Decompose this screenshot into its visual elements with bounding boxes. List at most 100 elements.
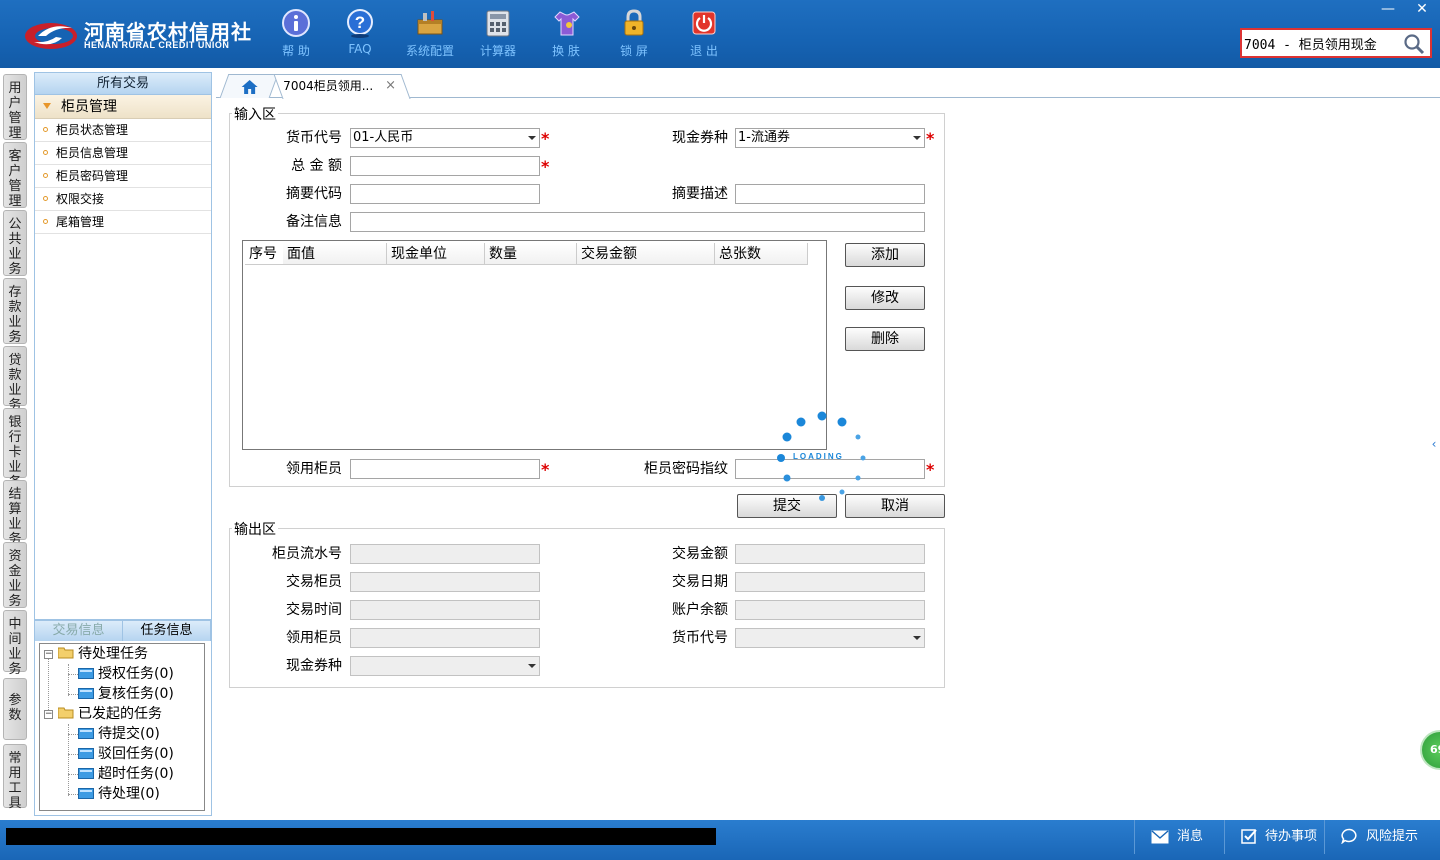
transaction-search [1240, 28, 1432, 58]
cash-type-value: 1-流通券 [738, 130, 790, 145]
task-tabs: 交易信息 任务信息 [35, 621, 211, 641]
status-message-strip [6, 828, 716, 845]
toolbox-icon [417, 11, 443, 35]
tree-node-timeout[interactable]: 超时任务(0) [78, 764, 174, 784]
bullet-icon [43, 219, 48, 224]
tree-node-pending[interactable]: 待处理任务 [58, 644, 148, 664]
denomination-grid[interactable]: 序号 面值 现金单位 数量 交易金额 总张数 [242, 240, 827, 450]
dropdown-arrow-icon [913, 636, 921, 640]
logo: 河南省农村信用社 HENAN RURAL CREDIT UNION [24, 14, 251, 58]
lock-button[interactable]: 锁 屏 [604, 6, 664, 62]
menu-item-teller-password[interactable]: 柜员密码管理 [35, 165, 211, 188]
vtab-card-business[interactable]: 银行卡业务 [3, 408, 27, 490]
remark-label: 备注信息 [286, 214, 342, 230]
account-balance-label: 账户余额 [672, 602, 728, 618]
cash-type-select[interactable]: 1-流通券 [735, 128, 925, 148]
lock-label: 锁 屏 [620, 44, 648, 58]
folder-icon [78, 688, 94, 699]
status-todo[interactable]: 待办事项 [1224, 820, 1324, 854]
document-tabs: 7004柜员领用... × [216, 72, 1440, 99]
chat-bubble-icon [1341, 828, 1357, 845]
tree-node-label: 待处理(0) [98, 786, 160, 802]
total-amount-input[interactable] [350, 156, 540, 176]
delete-button[interactable]: 删除 [845, 327, 925, 351]
status-todo-label: 待办事项 [1265, 829, 1318, 844]
side-collapse-icon[interactable]: ‹ [1428, 424, 1440, 464]
tab-trade-info[interactable]: 交易信息 [35, 621, 123, 641]
home-icon [241, 80, 258, 94]
tree-node-label: 待处理任务 [78, 646, 148, 662]
tab-task-info[interactable]: 任务信息 [123, 621, 211, 641]
vtab-public-business[interactable]: 公共业务 [3, 210, 27, 277]
tab-home[interactable] [219, 74, 279, 98]
tab-close-icon[interactable]: × [385, 75, 396, 97]
tab-label: 7004柜员领用... [283, 79, 374, 93]
status-risk[interactable]: 风险提示 [1324, 820, 1440, 854]
status-messages[interactable]: 消息 [1134, 820, 1224, 854]
grid-header-cash-unit: 现金单位 [387, 243, 485, 265]
exit-button[interactable]: 退 出 [674, 6, 734, 62]
skin-button[interactable]: 换 肤 [536, 6, 596, 62]
calculator-button[interactable]: 计算器 [468, 6, 528, 62]
loading-spinner: LOADING [776, 410, 868, 502]
output-cash-type-select [350, 656, 540, 676]
tab-teller-cash-withdrawal[interactable]: 7004柜员领用... × [273, 74, 411, 99]
close-window-button[interactable]: ✕ [1406, 0, 1438, 18]
menu-header: 所有交易 [35, 73, 211, 95]
tree-node-to-submit[interactable]: 待提交(0) [78, 724, 160, 744]
vtab-parameters[interactable]: 参数 [3, 678, 27, 740]
vtab-user-management[interactable]: 用户管理 [3, 74, 27, 141]
trade-date-output [735, 572, 925, 592]
collapse-toggle-icon[interactable]: − [44, 650, 53, 659]
calculator-label: 计算器 [479, 44, 516, 58]
transaction-menu: 所有交易 柜员管理 柜员状态管理 柜员信息管理 柜员密码管理 权限交接 尾箱管理 [34, 72, 212, 620]
transaction-search-input[interactable] [1244, 32, 1404, 54]
modify-button[interactable]: 修改 [845, 286, 925, 310]
vtab-intermediate-business[interactable]: 中间业务 [3, 610, 27, 677]
receiving-teller-input[interactable] [350, 459, 540, 479]
vtab-common-tools[interactable]: 常用工具 [3, 744, 27, 811]
menu-item-teller-info[interactable]: 柜员信息管理 [35, 142, 211, 165]
vtab-customer-management[interactable]: 客户管理 [3, 142, 27, 209]
tree-node-label: 复核任务(0) [98, 686, 174, 702]
remark-input[interactable] [350, 212, 925, 232]
tree-node-review-tasks[interactable]: 复核任务(0) [78, 684, 174, 704]
grid-header-seq: 序号 [245, 243, 285, 265]
vtab-fund-business[interactable]: 资金业务 [3, 542, 27, 609]
bullet-icon [43, 127, 48, 132]
help-button[interactable]: 帮 助 [266, 6, 326, 62]
currency-select[interactable]: 01-人民币 [350, 128, 540, 148]
trade-teller-label: 交易柜员 [286, 574, 342, 590]
menu-item-label: 柜员信息管理 [56, 146, 129, 160]
tree-node-rejected[interactable]: 驳回任务(0) [78, 744, 174, 764]
question-icon: ? [347, 9, 373, 38]
config-button[interactable]: 系统配置 [400, 6, 460, 62]
trade-time-label: 交易时间 [286, 602, 342, 618]
bullet-icon [43, 173, 48, 178]
vtab-deposit-business[interactable]: 存款业务 [3, 278, 27, 345]
task-tree: − 待处理任务 授权任务(0) 复核任务(0) − 已发起的任务 待提交(0) … [39, 643, 205, 811]
floating-badge[interactable]: 69 [1420, 730, 1440, 770]
grid-header-quantity: 数量 [485, 243, 577, 265]
bullet-icon [43, 196, 48, 201]
cash-type-label: 现金券种 [672, 130, 728, 146]
search-icon[interactable] [1402, 32, 1426, 56]
faq-button[interactable]: ? FAQ [330, 6, 390, 62]
app-header: 河南省农村信用社 HENAN RURAL CREDIT UNION 帮 助 ? … [0, 0, 1440, 68]
menu-item-teller-status[interactable]: 柜员状态管理 [35, 119, 211, 142]
add-button[interactable]: 添加 [845, 243, 925, 267]
menu-item-cash-box[interactable]: 尾箱管理 [35, 211, 211, 234]
collapse-toggle-icon[interactable]: − [44, 710, 53, 719]
output-cash-type-label: 现金券种 [286, 658, 342, 674]
vtab-settlement-business[interactable]: 结算业务 [3, 480, 27, 547]
minimize-button[interactable]: — [1372, 0, 1404, 18]
menu-item-permission-handover[interactable]: 权限交接 [35, 188, 211, 211]
vtab-loan-business[interactable]: 贷款业务 [3, 346, 27, 413]
menu-group-teller-management[interactable]: 柜员管理 [35, 95, 211, 119]
tree-node-auth-tasks[interactable]: 授权任务(0) [78, 664, 174, 684]
tree-node-to-process[interactable]: 待处理(0) [78, 784, 160, 804]
tree-node-initiated[interactable]: 已发起的任务 [58, 704, 162, 724]
summary-desc-input[interactable] [735, 184, 925, 204]
summary-code-input[interactable] [350, 184, 540, 204]
trade-date-label: 交易日期 [672, 574, 728, 590]
